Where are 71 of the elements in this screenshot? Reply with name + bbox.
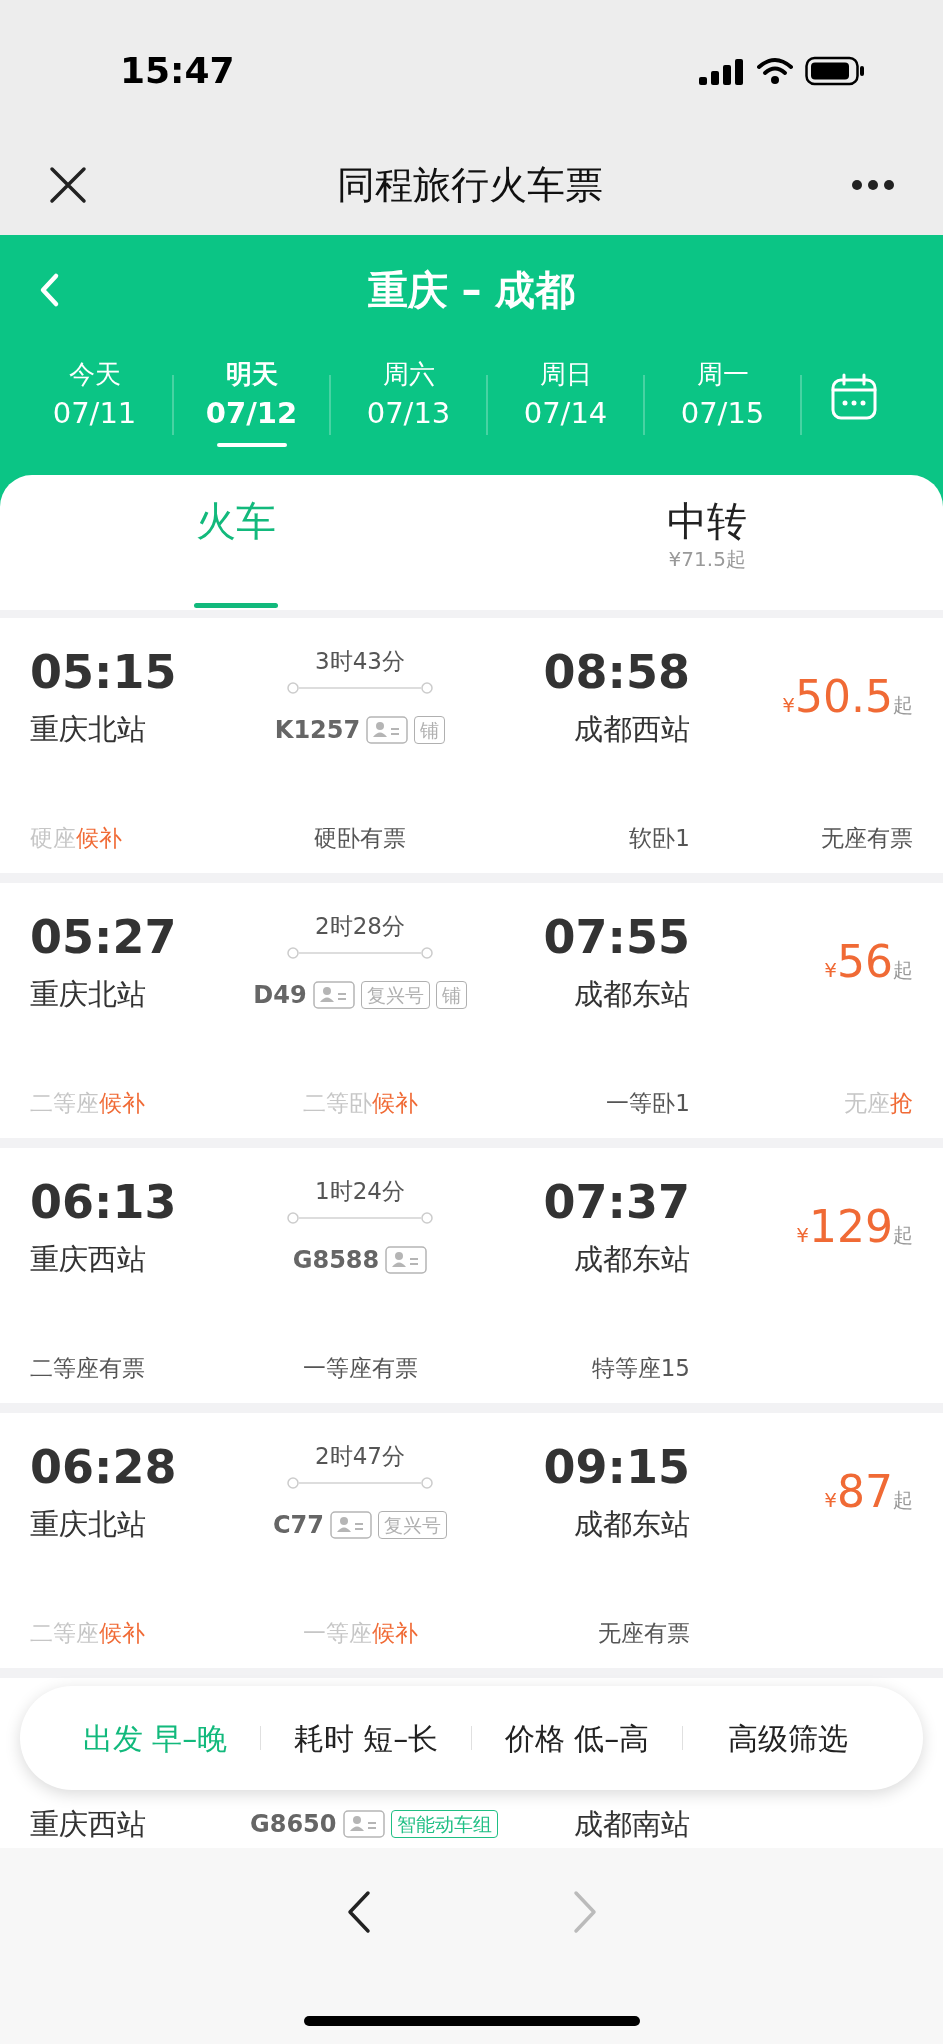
duration: 2时47分 [315,1444,405,1468]
train-number: C77 [273,1510,324,1541]
more-icon[interactable] [851,179,895,191]
train-tag: 复兴号 [378,1511,447,1539]
person-card-icon [366,716,409,744]
seat-availability: 一等卧1 [606,1088,690,1118]
arrival-station: 成都南站 [574,1805,690,1843]
battery-icon [805,55,865,86]
departure-time: 06:13 [30,1179,178,1225]
arrival-time: 09:15 [543,1444,690,1490]
departure-time: 05:15 [30,649,178,695]
arrival-time: 08:58 [543,649,690,695]
departure-station: 重庆北站 [30,711,147,749]
seat-availability: 硬座候补 [30,823,122,853]
duration: 3时43分 [315,649,405,673]
seat-availability: 二等座有票 [30,1353,145,1383]
arrival-station: 成都东站 [574,976,690,1014]
window-title: 同程旅行火车票 [336,161,603,209]
seat-availability: 二等座候补 [30,1088,145,1118]
train-card[interactable]: 06:13 1时24分 07:37 ¥129起 重庆西站 G8588 成都东站 二等座有票 一等座有票 特等座15 [0,1148,943,1403]
train-tag: 复兴号 [360,981,430,1009]
seat-availability: 软卧1 [629,823,690,853]
departure-time: 05:27 [30,914,178,960]
seat-availability: 无座有票 [821,823,913,853]
train-number: K1257 [274,715,361,746]
train-tag: 铺 [414,716,446,744]
train-tag: 智能动车组 [390,1810,498,1839]
person-card-icon [385,1246,428,1274]
departure-station: 重庆西站 [30,1241,147,1279]
wifi-icon [757,56,793,85]
duration: 2时28分 [315,914,405,938]
mode-tab[interactable]: 中转 ¥71.5起 [471,475,943,610]
seat-availability: 二等卧候补 [302,1088,418,1118]
train-tag: 铺 [435,981,467,1009]
arrival-station: 成都东站 [574,1506,690,1544]
price: ¥129起 [796,1200,913,1254]
departure-station: 重庆北站 [30,1506,147,1544]
signal-icon [699,56,745,85]
route-title: 重庆 – 成都 [367,266,576,315]
status-time: 15:47 [120,48,235,93]
train-card[interactable]: 05:27 2时28分 07:55 ¥56起 重庆北站 D49 复兴号 铺 成都东站 二等座候补 二等卧候补 一等卧1 无座抢 [0,883,943,1138]
departure-station: 重庆西站 [30,1805,147,1843]
train-number: D49 [253,980,307,1011]
close-icon[interactable] [48,165,88,205]
train-card[interactable]: 05:15 3时43分 08:58 ¥50.5 起 重庆北站 K1257 铺 成都西站 硬座候补 硬卧有票 软卧1 无座有票 [0,618,943,873]
departure-time: 06:28 [30,1444,178,1490]
price: ¥56起 [824,935,913,989]
train-card[interactable]: 06:28 2时47分 09:15 ¥87起 重庆北站 C77 复兴号 成都东站 二等座候补 一等座候补 无座有票 [0,1413,943,1668]
person-card-icon [330,1511,372,1539]
person-card-icon [342,1810,385,1839]
duration: 1时24分 [315,1179,405,1203]
departure-station: 重庆北站 [30,976,147,1014]
sort-option[interactable]: 耗时 短–长 [261,1715,471,1761]
price: ¥50.5 起 [782,670,913,724]
seat-availability: 硬卧有票 [314,823,406,853]
seat-availability: 特等座15 [591,1353,690,1383]
price: ¥87起 [824,1465,913,1519]
sort-option[interactable]: 高级筛选 [683,1715,893,1761]
train-number: G8650 [250,1809,337,1841]
train-number: G8588 [292,1245,380,1276]
arrival-time: 07:37 [543,1179,690,1225]
seat-availability: 无座有票 [598,1618,690,1648]
sort-option[interactable]: 价格 低–高 [472,1715,682,1761]
seat-availability: 无座抢 [844,1088,913,1118]
arrival-station: 成都西站 [574,711,690,749]
person-card-icon [312,981,355,1009]
seat-availability: 二等座候补 [30,1618,145,1648]
seat-availability: 一等座有票 [302,1353,418,1383]
arrival-time: 07:55 [543,914,690,960]
seat-availability: 一等座候补 [302,1618,418,1648]
arrival-station: 成都东站 [574,1241,690,1279]
